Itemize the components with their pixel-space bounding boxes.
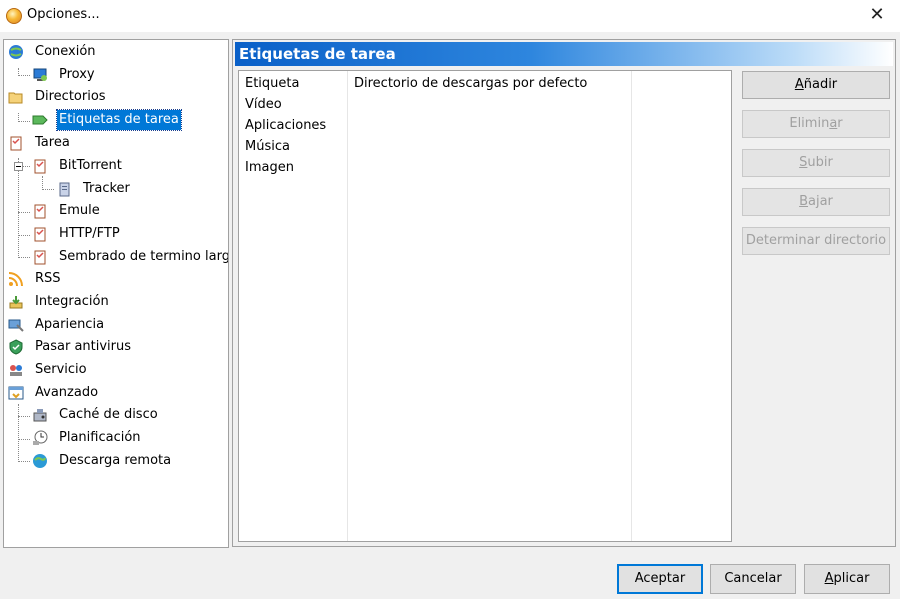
app-logo-icon <box>6 8 22 24</box>
panel-header: Etiquetas de tarea <box>235 42 893 66</box>
title-bar: Opciones... ✕ <box>0 0 900 32</box>
list-item-imagen[interactable]: Imagen <box>245 158 294 178</box>
default-download-directory-header: Directorio de descargas por defecto <box>354 76 588 91</box>
list-item-etiqueta[interactable]: Etiqueta <box>245 74 299 94</box>
tag-icon <box>32 115 48 125</box>
advanced-icon <box>8 386 24 400</box>
delete-button[interactable]: Eliminar <box>742 110 890 138</box>
antivirus-shield-icon <box>9 339 23 355</box>
move-down-button[interactable]: Bajar <box>742 188 890 216</box>
cancel-button[interactable]: Cancelar <box>710 564 796 594</box>
task-clipboard-icon <box>34 250 46 265</box>
folder-icon <box>8 92 23 104</box>
bittorrent-collapse-toggle[interactable] <box>14 162 23 171</box>
move-up-button[interactable]: Subir <box>742 149 890 177</box>
disk-cache-icon <box>33 409 47 422</box>
appearance-icon <box>8 319 24 332</box>
accept-button[interactable]: Aceptar <box>617 564 703 594</box>
proxy-icon <box>33 68 47 81</box>
task-tags-list[interactable]: Etiqueta Vídeo Aplicaciones Música Image… <box>238 70 732 542</box>
globe-network-icon <box>9 45 23 59</box>
apply-button[interactable]: Aplicar <box>804 564 890 594</box>
window-title: Opciones... <box>27 7 100 22</box>
panel-title: Etiquetas de tarea <box>239 45 396 63</box>
task-clipboard-icon <box>10 136 22 151</box>
integration-icon <box>9 296 23 309</box>
remote-download-globe-icon <box>33 454 47 468</box>
set-directory-button[interactable]: Determinar directorio <box>742 227 890 255</box>
server-icon <box>59 182 70 197</box>
rss-icon <box>8 272 23 287</box>
task-clipboard-icon <box>34 159 46 174</box>
list-item-video[interactable]: Vídeo <box>245 95 282 115</box>
schedule-icon <box>33 430 48 445</box>
options-tree[interactable]: Conexión Proxy Directorios Etiquetas de … <box>3 39 229 548</box>
task-clipboard-icon <box>34 227 46 242</box>
list-item-aplicaciones[interactable]: Aplicaciones <box>245 116 326 136</box>
service-icon <box>10 365 22 376</box>
add-button[interactable]: Añadir <box>742 71 890 99</box>
list-item-musica[interactable]: Música <box>245 137 290 157</box>
close-icon[interactable]: ✕ <box>854 0 900 32</box>
task-clipboard-icon <box>34 204 46 219</box>
